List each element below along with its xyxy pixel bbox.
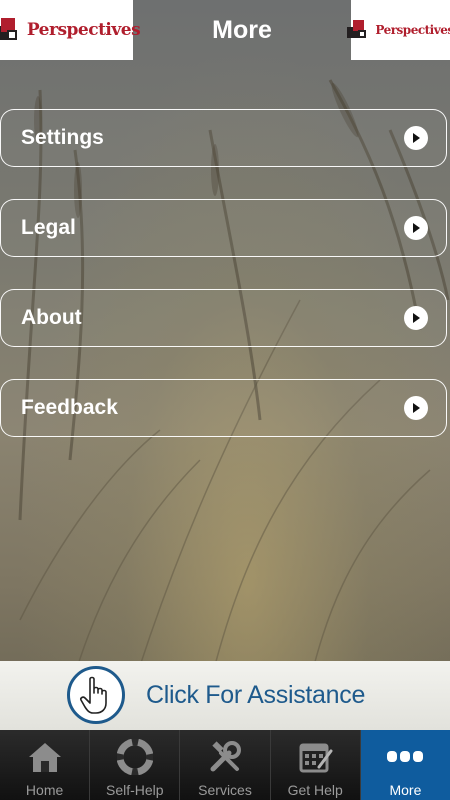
click-for-assistance-button[interactable]: Click For Assistance (0, 661, 450, 730)
menu-item-label: Feedback (21, 396, 118, 419)
tab-label: Home (25, 782, 64, 798)
menu-item-label: Settings (21, 126, 104, 149)
chevron-right-icon (404, 126, 428, 150)
bottom-tab-bar: Home Self-Help Services Get Help More (0, 730, 450, 800)
menu-item-feedback[interactable]: Feedback (0, 379, 447, 437)
tab-more[interactable]: More (360, 730, 450, 800)
menu-item-settings[interactable]: Settings (0, 109, 447, 167)
tab-label: Services (198, 782, 252, 798)
chevron-right-icon (404, 396, 428, 420)
logo-mark-icon (347, 18, 369, 42)
tools-icon (205, 738, 245, 776)
menu-item-label: Legal (21, 216, 76, 239)
logo-text: Perspectives (26, 20, 141, 40)
tab-label: Get Help (287, 782, 343, 798)
home-icon (25, 738, 65, 776)
tab-get-help[interactable]: Get Help (271, 730, 361, 800)
menu-item-label: About (21, 306, 82, 329)
chevron-right-icon (404, 216, 428, 240)
chevron-right-icon (404, 306, 428, 330)
pointing-hand-icon (67, 666, 125, 724)
logo-mark-icon (0, 16, 21, 44)
assistance-label: Click For Assistance (146, 681, 366, 709)
tab-label: Self-Help (106, 782, 164, 798)
tab-self-help[interactable]: Self-Help (90, 730, 181, 800)
more-dots-icon (385, 738, 425, 776)
brand-logo-left: Perspectives (0, 0, 141, 60)
page-title: More (212, 15, 272, 44)
tab-home[interactable]: Home (0, 730, 91, 800)
calendar-icon (295, 738, 335, 776)
brand-logo-right: Perspectives (347, 0, 450, 60)
tab-services[interactable]: Services (180, 730, 271, 800)
tab-label: More (389, 782, 422, 798)
logo-text: Perspectives (375, 23, 450, 37)
menu-item-about[interactable]: About (0, 289, 447, 347)
lifebuoy-icon (115, 738, 155, 776)
menu-item-legal[interactable]: Legal (0, 199, 447, 257)
